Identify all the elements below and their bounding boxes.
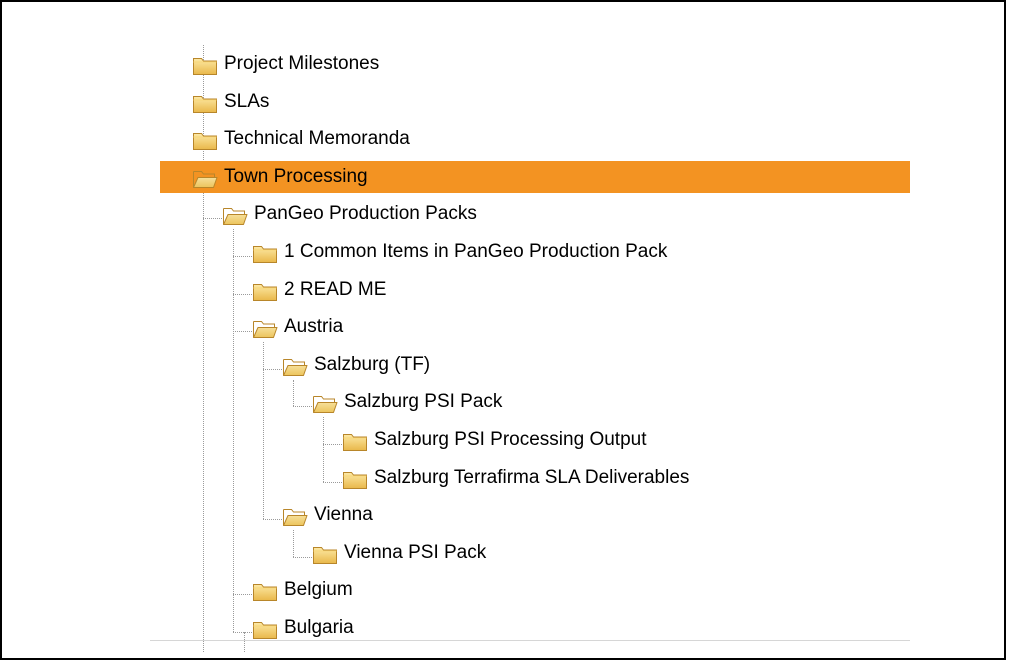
tree-item-label: Project Milestones [224, 53, 380, 74]
tree-item[interactable]: Vienna PSI Pack [160, 537, 910, 569]
folder-open-icon [282, 505, 308, 527]
folder-closed-icon [192, 54, 218, 76]
folder-open-icon [222, 204, 248, 226]
tree-item[interactable]: Austria [160, 311, 910, 343]
folder-closed-icon [192, 92, 218, 114]
tree-item-label: Salzburg Terrafirma SLA Deliverables [374, 466, 690, 488]
tree-item[interactable]: PanGeo Production Packs [160, 198, 910, 230]
tree-item-selected[interactable]: Town Processing [160, 160, 910, 193]
tree-item-label: 2 READ ME [284, 278, 387, 300]
tree-item-label: Bulgaria [284, 617, 354, 638]
tree-item-label: Vienna [314, 504, 373, 526]
tree-bottom-edge [150, 640, 910, 641]
tree-item-label: SLAs [224, 90, 270, 112]
tree-item-label: Salzburg (TF) [314, 353, 431, 375]
tree-item[interactable]: SLAs [160, 86, 910, 118]
tree-item-label: 1 Common Items in PanGeo Production Pack [284, 241, 668, 262]
folder-open-icon [282, 355, 308, 377]
folder-open-icon [252, 317, 278, 339]
folder-closed-icon [192, 129, 218, 151]
folder-closed-icon [252, 242, 278, 264]
tree-item-label: Town Processing [224, 165, 368, 187]
tree-item[interactable]: Project Milestones [160, 48, 910, 80]
tree-item[interactable]: Vienna [160, 499, 910, 531]
folder-closed-icon [252, 280, 278, 302]
tree-item-label: Belgium [284, 579, 353, 601]
tree-item[interactable]: Technical Memoranda [160, 123, 910, 155]
folder-open-icon [312, 392, 338, 414]
tree-item[interactable]: Salzburg PSI Processing Output [160, 424, 910, 456]
tree-item[interactable]: Salzburg (TF) [160, 349, 910, 381]
folder-open-icon [192, 167, 218, 189]
folder-tree: Project Milestones SLAs Technical Memorand… [0, 0, 1006, 652]
tree-item[interactable]: 2 READ ME [160, 274, 910, 306]
tree-item-label: Austria [284, 316, 344, 338]
tree-item[interactable]: Salzburg Terrafirma SLA Deliverables [160, 462, 910, 494]
folder-closed-icon [252, 618, 278, 640]
tree-item-label: Technical Memoranda [224, 128, 410, 150]
tree-item-label: PanGeo Production Packs [254, 203, 477, 225]
folder-closed-icon [342, 430, 368, 452]
folder-closed-icon [252, 580, 278, 602]
tree-item[interactable]: 1 Common Items in PanGeo Production Pack [160, 236, 910, 268]
tree-item[interactable]: Belgium [160, 574, 910, 606]
folder-closed-icon [342, 468, 368, 490]
tree-item-label: Vienna PSI Pack [344, 541, 487, 563]
folder-closed-icon [312, 543, 338, 565]
tree-item-label: Salzburg PSI Pack [344, 391, 503, 413]
tree-item-label: Salzburg PSI Processing Output [374, 429, 647, 450]
tree-item[interactable]: Salzburg PSI Pack [160, 386, 910, 418]
